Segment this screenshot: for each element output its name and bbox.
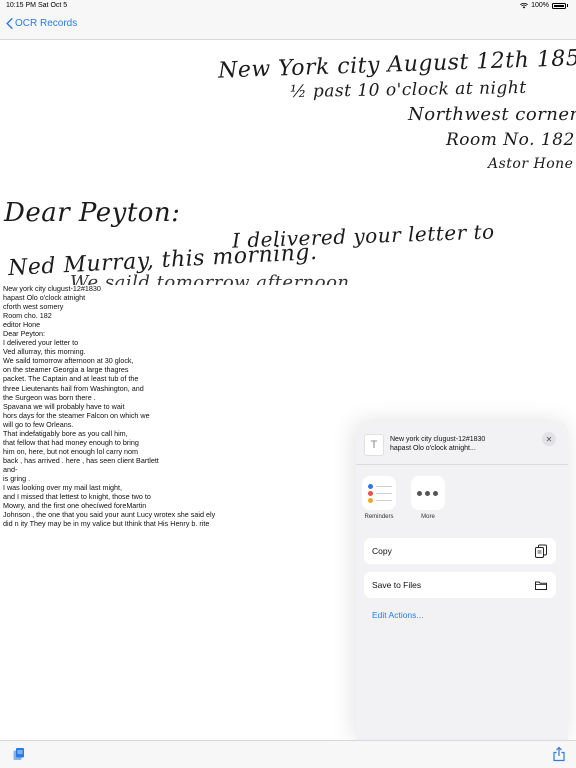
ocr-line: on the steamer Georgia a large thagres (3, 365, 129, 375)
ocr-line: cforth west somery (3, 302, 64, 312)
ocr-line: editor Hone (3, 320, 41, 330)
share-icon[interactable] (552, 746, 566, 762)
handwritten-letter-image: New York city August 12th 1850 ½ past 10… (0, 40, 576, 285)
save-to-files-label: Save to Files (372, 580, 422, 590)
handwriting-line: Northwest corner (408, 104, 576, 125)
ocr-text-view[interactable]: New york city clugust-12#1830 hapast Olo … (3, 284, 343, 528)
save-to-files-action[interactable]: Save to Files (364, 572, 556, 598)
share-sheet-header: T New york city clugust-12#1830 hapast O… (356, 422, 568, 465)
ocr-line: That indefatigably bore as you call him, (3, 428, 128, 438)
handwriting-line: Dear Peyton: (4, 198, 181, 228)
ocr-line: Room cho. 182 (3, 311, 52, 321)
ocr-line: and I missed that lettest to knight, tho… (3, 492, 151, 502)
ocr-line: We saild tomorrow afternoon at 30 glock, (3, 356, 134, 366)
copy-label: Copy (372, 546, 392, 556)
ocr-line: him on, here, but not enough lol carry n… (3, 446, 139, 456)
ocr-line: I was looking over my mail last might, (3, 483, 123, 493)
more-label: More (421, 514, 435, 520)
ocr-line: Johnson , the one that you said your aun… (3, 510, 216, 520)
copy-icon (535, 544, 547, 558)
ocr-line: hors days for the steamer Falcon on whic… (3, 410, 150, 420)
ocr-line: back , has arrived . here , has seen cli… (3, 455, 159, 465)
battery-icon (552, 2, 566, 9)
back-button[interactable]: OCR Records (6, 18, 77, 29)
share-preview-line: New york city clugust-12#1830 (390, 436, 486, 443)
ocr-line: packet. The Captain and at least tub of … (3, 374, 139, 384)
navigation-bar: OCR Records (0, 12, 576, 40)
ocr-line: the Surgeon was born there . (3, 392, 96, 402)
folder-icon (535, 581, 547, 590)
more-button[interactable] (411, 476, 445, 510)
battery-percent: 100% (531, 2, 549, 9)
ocr-line: Ved allurray, this morning. (3, 347, 86, 357)
text-document-icon: T (364, 434, 384, 456)
ocr-line: that fellow that had money enough to bri… (3, 437, 139, 447)
handwriting-line: Room No. 182 (446, 130, 575, 150)
status-time: 10:15 PM (6, 2, 36, 9)
bottom-toolbar (0, 740, 576, 768)
ocr-line: did n ity They may be in my valice but I… (3, 519, 210, 529)
ocr-line: will go to few Orleans. (3, 419, 74, 429)
ocr-line: Mowry, and the first one ohecíwed foreMa… (3, 501, 147, 511)
reminders-app-button[interactable] (362, 476, 396, 510)
ocr-line: New york city clugust-12#1830 (3, 284, 101, 293)
share-preview-line: hapast Olo o'clock atnight... (390, 445, 476, 452)
ocr-line: I delivered your letter to (3, 338, 79, 348)
share-sheet: T New york city clugust-12#1830 hapast O… (356, 422, 568, 740)
handwriting-line: ½ past 10 o'clock at night (289, 77, 527, 103)
status-date: Sat Oct 5 (38, 2, 68, 9)
battery-cap (567, 4, 568, 7)
back-label: OCR Records (15, 18, 78, 29)
ocr-line: is gring . (3, 473, 31, 483)
status-bar: 10:15 PM Sat Oct 5 100% (0, 0, 576, 12)
wifi-icon (520, 2, 528, 8)
ocr-line: Spavana we will probably have to wait (3, 401, 125, 411)
copy-action[interactable]: Copy (364, 538, 556, 564)
more-icon (417, 491, 438, 496)
document-scan-icon[interactable] (12, 747, 26, 761)
ocr-line: hapast Olo o'clock atnight (3, 293, 86, 303)
status-right: 100% (520, 2, 568, 9)
close-button[interactable]: ✕ (542, 432, 556, 446)
reminders-label: Reminders (364, 514, 394, 520)
handwriting-line: Astor Hone (488, 156, 574, 172)
ocr-line: Dear Peyton: (3, 329, 45, 339)
ocr-line: and- (3, 464, 18, 474)
ocr-line: three Lieutenants hail from Washington, … (3, 383, 144, 393)
edit-actions-link[interactable]: Edit Actions... (372, 610, 424, 620)
chevron-left-icon (6, 18, 13, 29)
close-icon: ✕ (545, 434, 553, 444)
